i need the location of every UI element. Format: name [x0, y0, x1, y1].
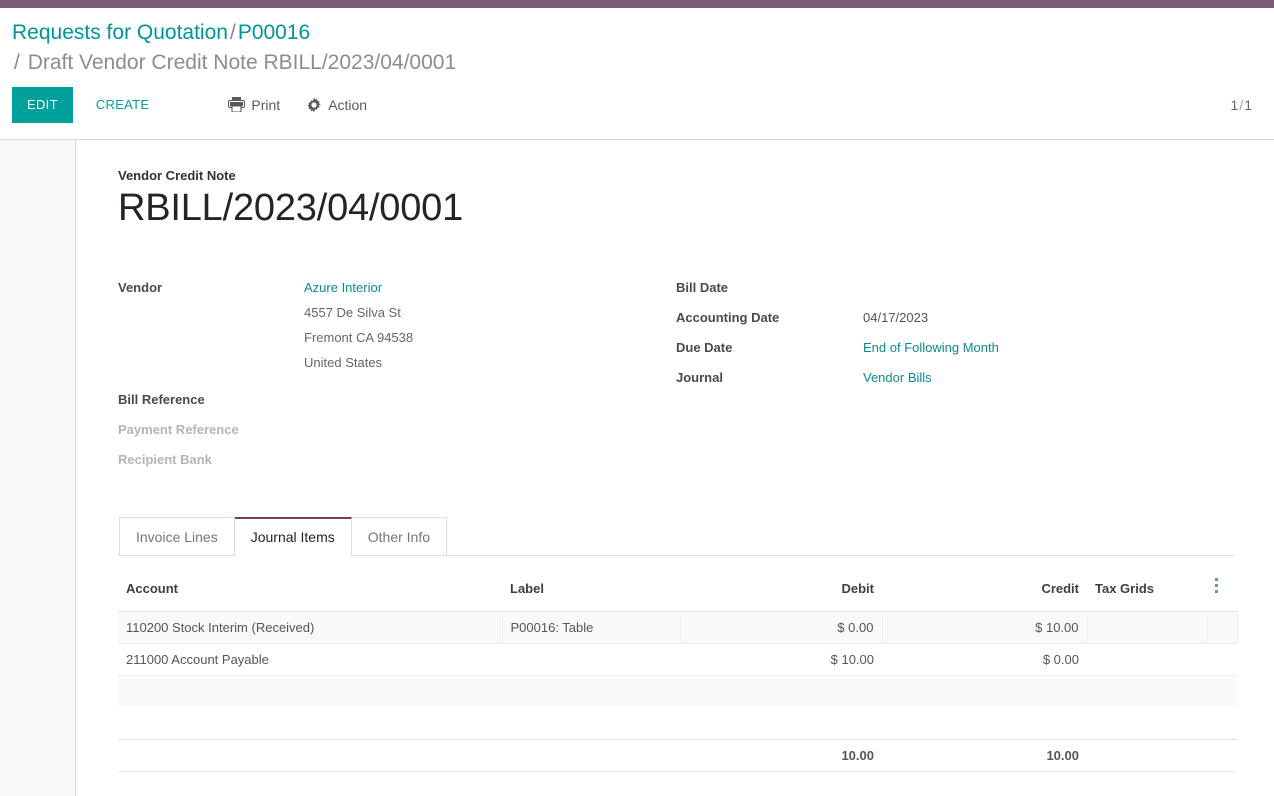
table-row-empty	[118, 675, 1237, 707]
breadcrumb: Requests for Quotation/P00016 / Draft Ve…	[0, 8, 1274, 79]
gear-icon	[306, 97, 322, 113]
record-pager[interactable]: 1/1	[1231, 97, 1252, 113]
field-bill-reference: Bill Reference	[118, 387, 676, 417]
breadcrumb-line-1: Requests for Quotation/P00016	[12, 18, 1262, 48]
notebook-tabs: Invoice Lines Journal Items Other Info	[118, 517, 1234, 556]
table-totals-row: 10.00 10.00	[118, 739, 1237, 771]
field-journal: Journal Vendor Bills	[676, 365, 1234, 395]
vertical-dots-icon	[1215, 578, 1218, 596]
record-toolbar: EDIT CREATE Print	[0, 86, 1274, 124]
action-label: Action	[328, 97, 367, 113]
field-value-due-date[interactable]: End of Following Month	[863, 335, 999, 360]
table-head: Account Label Debit Credit Tax Grids	[118, 574, 1237, 612]
column-header-account[interactable]: Account	[118, 574, 502, 612]
field-label-accounting-date: Accounting Date	[676, 305, 863, 330]
cell-account[interactable]: 110200 Stock Interim (Received)	[118, 611, 502, 643]
field-label-journal: Journal	[676, 365, 863, 390]
cell-row-spacer	[1207, 611, 1237, 643]
table-body: 110200 Stock Interim (Received) P00016: …	[118, 611, 1237, 739]
vendor-address-line-1: 4557 De Silva St	[304, 300, 413, 325]
print-menu[interactable]: Print	[228, 97, 280, 113]
cell-label[interactable]: P00016: Table	[502, 611, 680, 643]
field-label-recipient-bank: Recipient Bank	[118, 447, 304, 472]
create-button[interactable]: CREATE	[81, 87, 165, 123]
breadcrumb-line-2: / Draft Vendor Credit Note RBILL/2023/04…	[12, 48, 1262, 78]
field-label-vendor: Vendor	[118, 275, 304, 300]
table-row-spacer	[118, 707, 1237, 739]
action-menu[interactable]: Action	[306, 97, 367, 113]
field-label-bill-reference: Bill Reference	[118, 387, 304, 412]
cell-row-spacer	[1207, 643, 1237, 675]
field-accounting-date: Accounting Date 04/17/2023	[676, 305, 1234, 335]
table-row[interactable]: 211000 Account Payable $ 10.00 $ 0.00	[118, 643, 1237, 675]
tab-invoice-lines[interactable]: Invoice Lines	[119, 517, 235, 556]
vendor-address-line-3: United States	[304, 350, 413, 375]
tab-journal-items[interactable]: Journal Items	[235, 517, 352, 556]
form-column-left: Vendor Azure Interior 4557 De Silva St F…	[118, 275, 676, 477]
print-label: Print	[251, 97, 280, 113]
content-area: Vendor Credit Note RBILL/2023/04/0001 Ve…	[0, 140, 1274, 796]
form-fields-grid: Vendor Azure Interior 4557 De Silva St F…	[118, 275, 1234, 477]
journal-items-list: Account Label Debit Credit Tax Grids	[118, 574, 1234, 772]
table-foot: 10.00 10.00	[118, 739, 1237, 771]
field-label-payment-reference: Payment Reference	[118, 417, 304, 442]
field-label-bill-date: Bill Date	[676, 275, 863, 300]
printer-icon	[228, 97, 245, 112]
total-debit: 10.00	[680, 739, 882, 771]
form-column-right: Bill Date Accounting Date 04/17/2023 Due…	[676, 275, 1234, 477]
breadcrumb-separator-2: /	[12, 51, 22, 74]
cell-debit[interactable]: $ 10.00	[680, 643, 882, 675]
cell-credit[interactable]: $ 0.00	[882, 643, 1087, 675]
tab-other-info[interactable]: Other Info	[352, 517, 447, 556]
breadcrumb-current-record: Draft Vendor Credit Note RBILL/2023/04/0…	[28, 51, 456, 74]
cell-credit[interactable]: $ 10.00	[882, 611, 1087, 643]
toolbar-actions: Print Action	[228, 97, 367, 113]
table-row[interactable]: 110200 Stock Interim (Received) P00016: …	[118, 611, 1237, 643]
vendor-link[interactable]: Azure Interior	[304, 275, 413, 300]
breadcrumb-separator-1: /	[228, 21, 238, 44]
control-panel: Requests for Quotation/P00016 / Draft Ve…	[0, 8, 1274, 140]
field-value-vendor: Azure Interior 4557 De Silva St Fremont …	[304, 275, 413, 375]
table-header-row: Account Label Debit Credit Tax Grids	[118, 574, 1237, 612]
column-header-debit[interactable]: Debit	[680, 574, 882, 612]
notebook: Invoice Lines Journal Items Other Info A…	[118, 517, 1234, 772]
journal-items-table: Account Label Debit Credit Tax Grids	[118, 574, 1238, 772]
column-header-label[interactable]: Label	[502, 574, 680, 612]
field-bill-date: Bill Date	[676, 275, 1234, 305]
document-type-label: Vendor Credit Note	[118, 168, 1234, 183]
breadcrumb-parent-link[interactable]: P00016	[238, 21, 310, 44]
pager-total: 1	[1244, 97, 1252, 113]
cell-account[interactable]: 211000 Account Payable	[118, 643, 502, 675]
form-sheet: Vendor Credit Note RBILL/2023/04/0001 Ve…	[76, 140, 1274, 796]
field-value-journal[interactable]: Vendor Bills	[863, 365, 932, 390]
edit-button[interactable]: EDIT	[12, 87, 73, 123]
left-gutter	[0, 140, 76, 796]
field-payment-reference: Payment Reference	[118, 417, 676, 447]
cell-debit[interactable]: $ 0.00	[680, 611, 882, 643]
column-header-credit[interactable]: Credit	[882, 574, 1087, 612]
field-due-date: Due Date End of Following Month	[676, 335, 1234, 365]
cell-tax-grids[interactable]	[1087, 643, 1207, 675]
field-value-accounting-date[interactable]: 04/17/2023	[863, 305, 928, 330]
document-number: RBILL/2023/04/0001	[118, 187, 1234, 231]
optional-columns-toggle[interactable]	[1207, 574, 1237, 612]
breadcrumb-root-link[interactable]: Requests for Quotation	[12, 21, 228, 44]
total-credit: 10.00	[882, 739, 1087, 771]
cell-tax-grids[interactable]	[1087, 611, 1207, 643]
cell-label[interactable]	[502, 643, 680, 675]
field-recipient-bank: Recipient Bank	[118, 447, 676, 477]
pager-current: 1	[1231, 97, 1239, 113]
vendor-address-line-2: Fremont CA 94538	[304, 325, 413, 350]
column-header-tax-grids[interactable]: Tax Grids	[1087, 574, 1207, 612]
field-vendor: Vendor Azure Interior 4557 De Silva St F…	[118, 275, 676, 375]
field-label-due-date: Due Date	[676, 335, 863, 360]
app-top-brand-bar	[0, 0, 1274, 8]
